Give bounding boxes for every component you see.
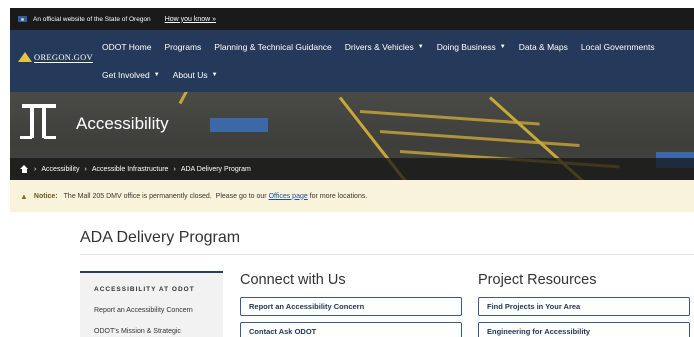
report-concern-button[interactable]: Report an Accessibility Concern <box>240 297 462 316</box>
oregon-logo-icon <box>18 50 32 64</box>
logo-text: OREGON.GOV <box>34 51 93 63</box>
notice-label: Notice: <box>33 192 58 200</box>
nav-odot-home[interactable]: ODOT Home <box>102 42 151 52</box>
nav-planning[interactable]: Planning & Technical Guidance <box>214 42 332 52</box>
breadcrumb-current: ADA Delivery Program <box>180 165 251 173</box>
divider <box>80 254 694 255</box>
parking-stripe <box>178 92 210 105</box>
main-nav: OREGON.GOV ODOT Home Programs Planning &… <box>10 30 694 92</box>
chevron-down-icon: ▼ <box>211 72 218 78</box>
nav-get-involved[interactable]: Get Involved ▼ <box>102 70 160 80</box>
breadcrumb-accessible-infrastructure[interactable]: Accessible Infrastructure <box>92 166 169 173</box>
find-projects-button[interactable]: Find Projects in Your Area <box>478 297 690 316</box>
chevron-down-icon: ▼ <box>417 44 424 50</box>
chevron-down-icon: ▼ <box>153 72 160 78</box>
chevron-down-icon: ▼ <box>499 44 506 50</box>
nav-doing-business[interactable]: Doing Business ▼ <box>437 42 506 52</box>
home-icon[interactable] <box>20 165 29 173</box>
resources-heading: Project Resources <box>478 272 597 288</box>
accessible-parking-symbol <box>210 118 268 132</box>
nav-drivers-vehicles[interactable]: Drivers & Vehicles ▼ <box>345 42 424 52</box>
oregon-gov-logo[interactable]: OREGON.GOV <box>18 50 93 64</box>
gov-banner-text: An official website of the State of Oreg… <box>33 15 151 23</box>
nav-row-secondary: Get Involved ▼ About Us ▼ <box>102 70 231 80</box>
nav-data-maps[interactable]: Data & Maps <box>519 42 568 52</box>
offices-page-link[interactable]: Offices page <box>269 193 308 200</box>
oregon-flag-icon <box>18 16 27 22</box>
sidebar: ACCESSIBILITY AT ODOT Report an Accessib… <box>80 271 223 337</box>
bell-icon: ▲ <box>20 191 28 201</box>
gov-banner: An official website of the State of Oreg… <box>10 8 694 30</box>
engineering-accessibility-button[interactable]: Engineering for Accessibility <box>478 322 690 337</box>
breadcrumb-accessibility[interactable]: Accessibility <box>41 166 79 173</box>
how-you-know-link[interactable]: How you know » <box>165 16 216 23</box>
nav-about-us[interactable]: About Us ▼ <box>173 70 218 80</box>
hero-banner: Accessibility › Accessibility › Accessib… <box>10 92 694 180</box>
parking-stripe <box>379 130 580 147</box>
nav-row-primary: ODOT Home Programs Planning & Technical … <box>102 42 668 52</box>
page-title: ADA Delivery Program <box>80 229 241 246</box>
breadcrumb: › Accessibility › Accessible Infrastruct… <box>10 158 694 180</box>
nav-local-governments[interactable]: Local Governments <box>581 42 655 52</box>
contact-ask-odot-button[interactable]: Contact Ask ODOT <box>240 322 462 337</box>
notice-banner: ▲ Notice: The Mall 205 DMV office is per… <box>10 180 694 212</box>
connect-heading: Connect with Us <box>240 272 346 288</box>
notice-text: The Mall 205 DMV office is permanently c… <box>63 192 368 200</box>
sidebar-heading: ACCESSIBILITY AT ODOT <box>94 286 195 293</box>
sidebar-item-mission[interactable]: ODOT's Mission & Strategic <box>94 328 181 335</box>
section-title: Accessibility <box>76 114 169 133</box>
sidebar-item-report-concern[interactable]: Report an Accessibility Concern <box>94 307 193 314</box>
odot-logo-icon <box>18 100 60 142</box>
nav-programs[interactable]: Programs <box>164 42 201 52</box>
